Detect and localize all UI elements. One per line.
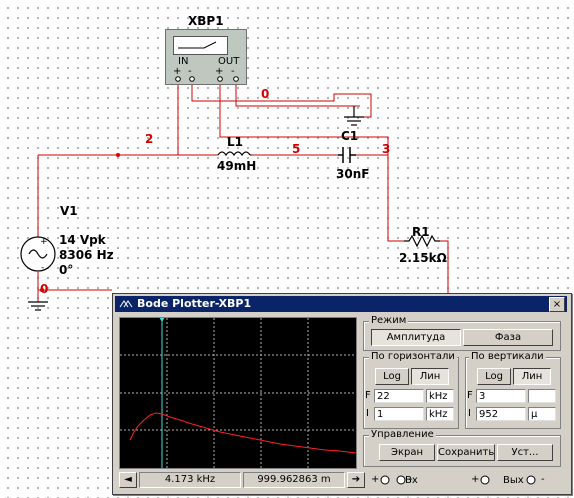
v-final-unit[interactable] xyxy=(528,389,556,403)
out-minus-sign: - xyxy=(541,474,545,485)
control-group-label: Управление xyxy=(369,429,436,440)
horizontal-group-label: По горизонтали xyxy=(369,351,457,362)
wire-r1-down xyxy=(440,240,449,293)
svg-text:+: + xyxy=(40,237,48,247)
wire-in-minus xyxy=(191,84,372,118)
v-log-button[interactable]: Log xyxy=(477,368,511,385)
cursor-left-button[interactable]: ◄ xyxy=(119,472,137,488)
h-final-unit[interactable]: kHz xyxy=(426,389,454,403)
in-label: Вх xyxy=(405,475,418,486)
h-initial-letter: I xyxy=(366,408,369,419)
net-label-0-bottom: 0 xyxy=(40,282,49,296)
net-label-5: 5 xyxy=(292,142,301,156)
h-initial-input[interactable]: 1 xyxy=(374,407,424,421)
wire-v1-bottom xyxy=(37,272,112,291)
v1-amplitude: 14 Vpk xyxy=(59,233,106,247)
out-label: Вых xyxy=(503,475,524,486)
screen-button[interactable]: Экран xyxy=(379,444,435,461)
cursor-frequency: 4.173 kHz xyxy=(139,472,241,488)
h-final-input[interactable]: 22 xyxy=(374,389,424,403)
cursor-value: 999.962863 m xyxy=(243,472,345,488)
v-lin-button[interactable]: Лин xyxy=(513,368,551,385)
source-v1: + - xyxy=(20,236,56,273)
c1-value: 30nF xyxy=(336,167,370,181)
bode-app-icon xyxy=(119,300,133,308)
amplitude-button[interactable]: Амплитуда xyxy=(371,329,461,346)
v-initial-input[interactable]: 952 xyxy=(476,407,526,421)
net-label-0-top: 0 xyxy=(261,87,270,101)
v-initial-unit[interactable]: μ xyxy=(528,407,556,421)
h-lin-button[interactable]: Лин xyxy=(411,368,449,385)
h-final-letter: F xyxy=(365,390,371,401)
window-titlebar[interactable]: Bode Plotter-XBP1 × xyxy=(115,296,567,312)
net-label-2: 2 xyxy=(145,132,154,146)
mode-group-label: Режим xyxy=(369,315,409,326)
capacitor-c1 xyxy=(338,147,356,163)
bode-plotter-icon[interactable]: IN OUT + - + - xyxy=(165,29,247,85)
bode-plot-area[interactable] xyxy=(119,317,357,469)
inductor-l1 xyxy=(217,151,251,157)
wire-out-minus xyxy=(235,84,360,107)
cursor-right-button[interactable]: ➔ xyxy=(347,472,365,488)
save-button[interactable]: Сохранить xyxy=(437,444,495,461)
in-plus-terminal-icon[interactable] xyxy=(379,474,391,486)
v1-frequency: 8306 Hz xyxy=(59,248,114,262)
l1-ref: L1 xyxy=(227,135,243,149)
v-final-input[interactable]: 3 xyxy=(476,389,526,403)
ground-xbp xyxy=(344,106,364,126)
wire-out-plus xyxy=(219,84,389,155)
junction-node2 xyxy=(116,153,120,157)
v-final-letter: F xyxy=(467,390,473,401)
out-minus-terminal-icon[interactable] xyxy=(525,474,537,486)
xbp1-label: XBP1 xyxy=(188,14,224,28)
vertical-group-label: По вертикали xyxy=(469,351,546,362)
phase-button[interactable]: Фаза xyxy=(463,329,553,346)
c1-ref: C1 xyxy=(341,129,359,143)
out-plus-terminal-icon[interactable] xyxy=(479,474,491,486)
net-label-3: 3 xyxy=(382,142,391,156)
r1-ref: R1 xyxy=(412,225,430,239)
v1-ref: V1 xyxy=(60,204,78,218)
bode-screen-icon xyxy=(173,36,228,55)
ground-main xyxy=(28,301,48,311)
setup-button[interactable]: Уст... xyxy=(497,444,553,461)
cursor-marker-icon xyxy=(159,317,165,322)
svg-text:-: - xyxy=(41,263,44,273)
v-initial-letter: I xyxy=(468,408,471,419)
magnitude-trace xyxy=(129,412,357,454)
window-title: Bode Plotter-XBP1 xyxy=(137,297,252,310)
v1-phase: 0° xyxy=(59,263,74,277)
close-button[interactable]: × xyxy=(549,297,565,312)
l1-value: 49mH xyxy=(217,159,257,173)
h-log-button[interactable]: Log xyxy=(375,368,409,385)
r1-value: 2.15kΩ xyxy=(399,251,447,265)
h-initial-unit[interactable]: kHz xyxy=(426,407,454,421)
bode-plotter-window: Bode Plotter-XBP1 × ◄ 4.173 kHz 999.9628… xyxy=(112,293,572,495)
